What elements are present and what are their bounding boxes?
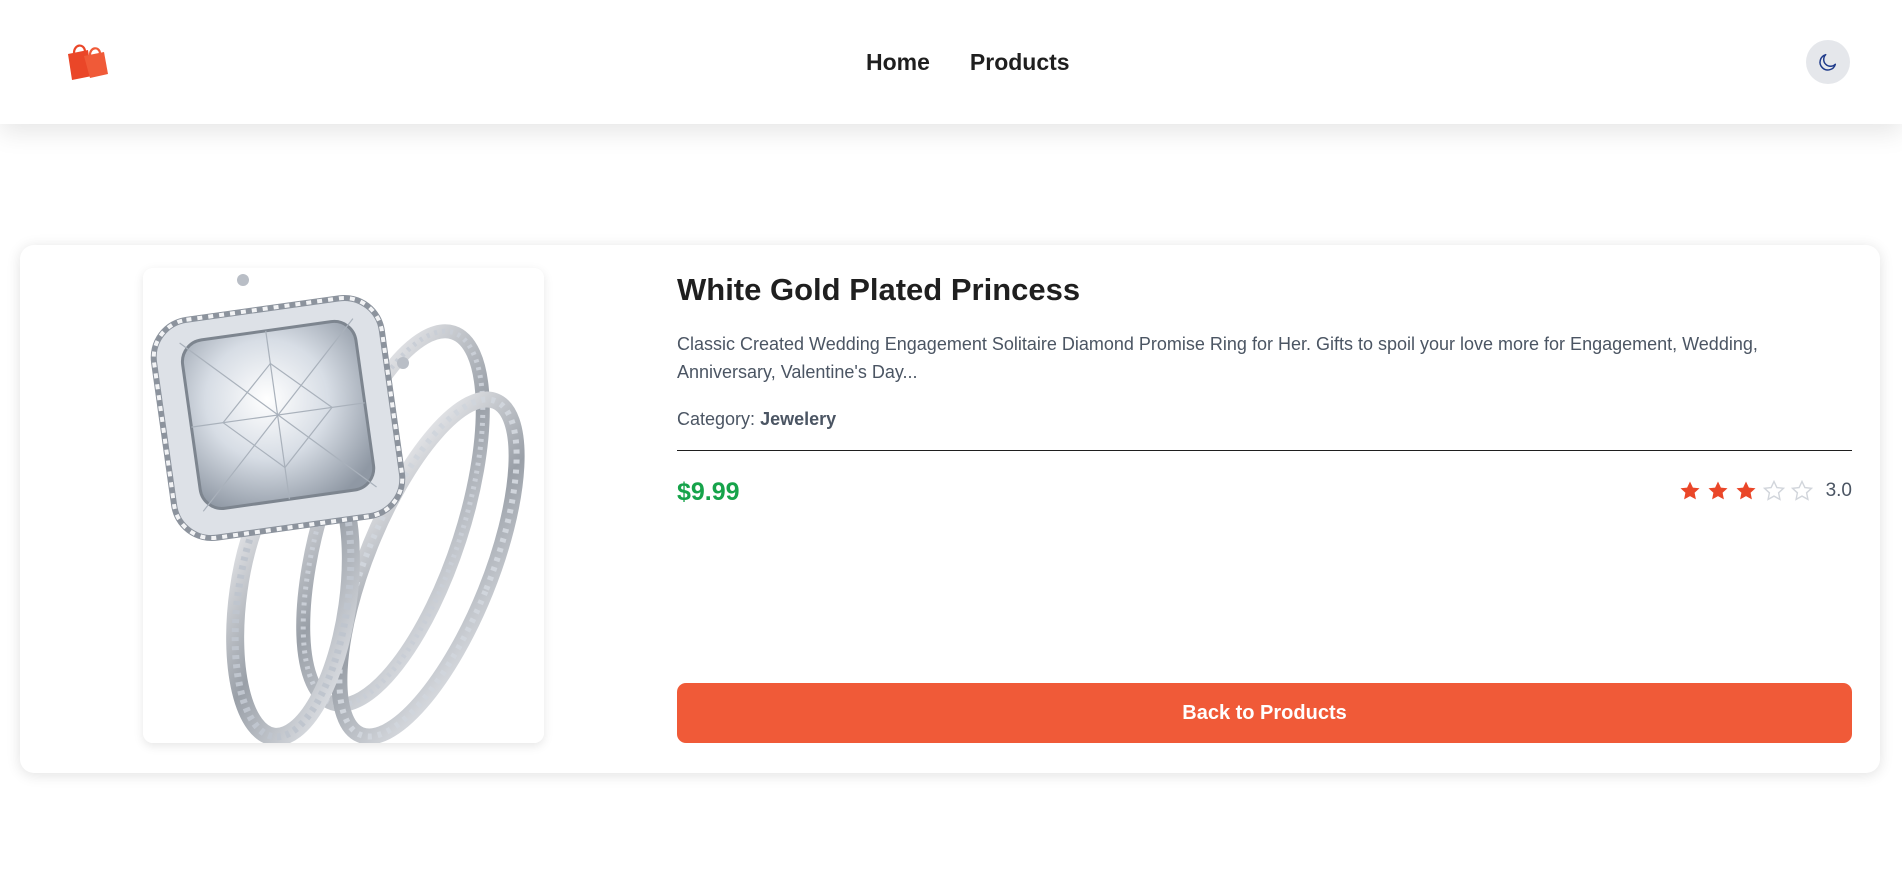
diamond-ring-image [143,268,544,743]
shopping-bags-icon[interactable] [64,40,110,82]
star-empty-icon [1790,479,1813,501]
star-filled-icon [1708,481,1728,500]
theme-toggle-button[interactable] [1806,40,1850,84]
product-rating: 3.0 [1678,476,1852,506]
product-price: $9.99 [677,478,740,506]
star-empty-icon [1762,479,1785,501]
navbar: Home Products [0,0,1902,124]
rating-value: 3.0 [1825,480,1852,501]
divider [677,450,1852,451]
product-description: Classic Created Wedding Engagement Solit… [677,334,1758,382]
star-filled-icon [1680,481,1700,500]
nav-products-link[interactable]: Products [970,46,1070,78]
product-image [143,268,544,743]
product-title: White Gold Plated Princess [677,272,1081,307]
category-value: Jewelery [760,409,837,429]
category-label: Category: [677,409,756,429]
main-nav: Home Products [866,46,1070,78]
rating-stars [1678,479,1814,503]
nav-home-link[interactable]: Home [866,46,930,78]
star-filled-icon [1736,481,1756,500]
moon-icon [1819,53,1837,71]
back-to-products-button[interactable]: Back to Products [677,683,1852,743]
product-category: Category: Jewelery [677,406,836,432]
